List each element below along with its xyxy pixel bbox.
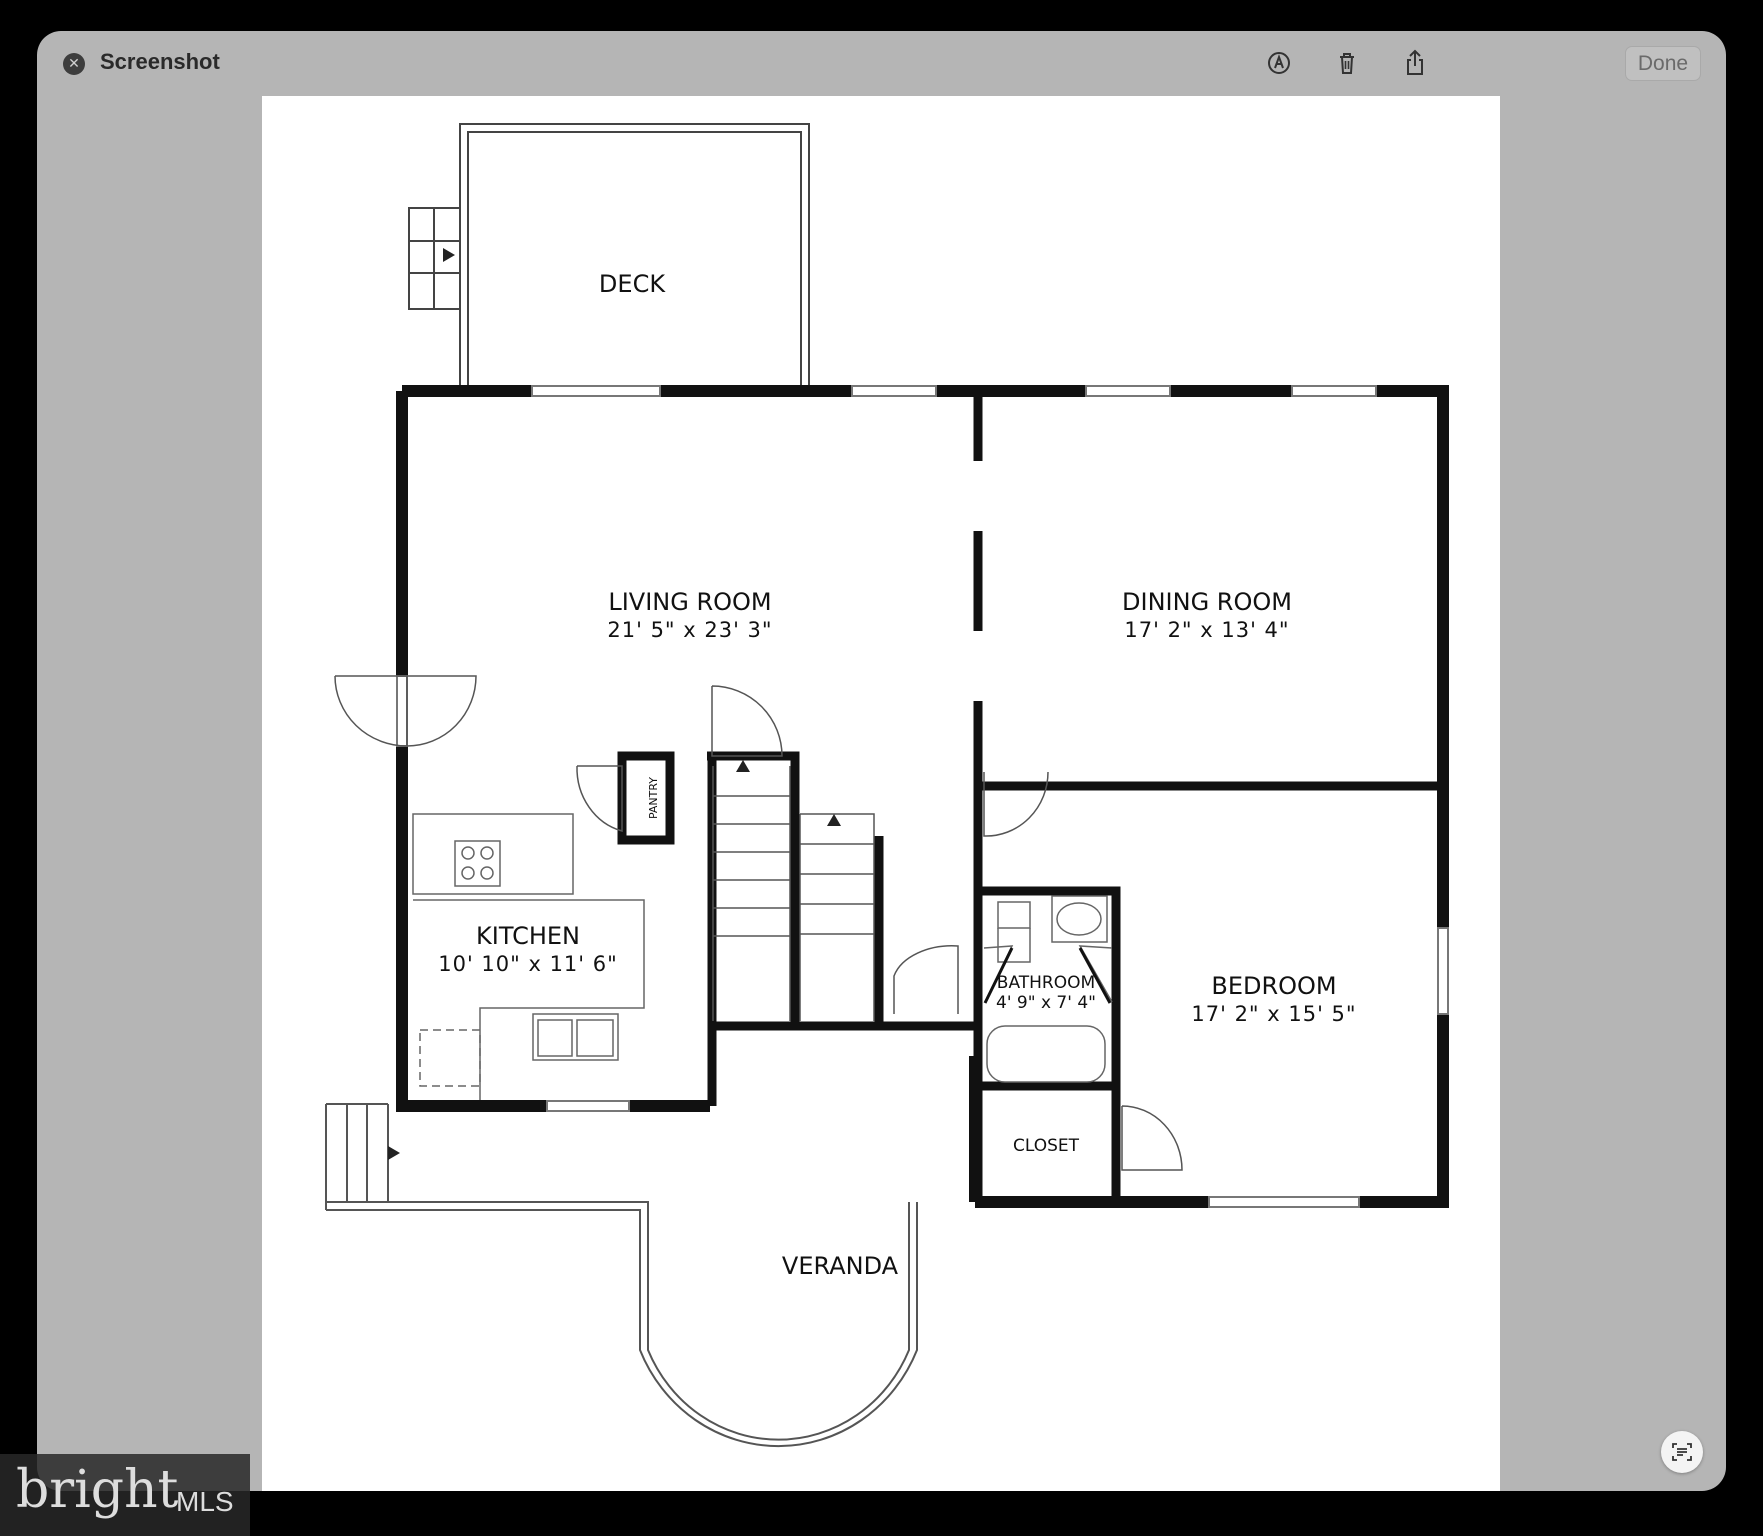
live-text-icon[interactable] — [1661, 1431, 1703, 1473]
room-label: LIVING ROOM — [608, 588, 771, 616]
room-dims: 4' 9" x 7' 4" — [996, 993, 1096, 1013]
room-dims: 17' 2" x 13' 4" — [1124, 618, 1289, 642]
preview-window: ✕ Screenshot Done DECK LIVING ROOM 21' 5… — [37, 31, 1726, 1491]
room-label: BATHROOM — [997, 973, 1095, 993]
windows — [396, 385, 1449, 1208]
outer-walls — [396, 385, 1449, 1208]
room-label: KITCHEN — [476, 922, 580, 950]
room-dims: 10' 10" x 11' 6" — [438, 952, 618, 976]
markup-icon[interactable] — [1263, 47, 1295, 79]
room-label: DECK — [599, 270, 666, 298]
close-icon[interactable]: ✕ — [63, 53, 85, 75]
doors — [334, 675, 1183, 1171]
room-dims: 21' 5" x 23' 3" — [607, 618, 772, 642]
floorplan-drawing: DECK LIVING ROOM 21' 5" x 23' 3" DINING … — [325, 123, 1449, 1448]
floorplan-page: DECK LIVING ROOM 21' 5" x 23' 3" DINING … — [262, 96, 1500, 1491]
title-bar: ✕ Screenshot Done — [37, 31, 1726, 95]
bright-mls-watermark: bright MLS — [0, 1454, 250, 1536]
watermark-suffix: MLS — [176, 1486, 234, 1517]
room-label: PANTRY — [647, 777, 660, 819]
room-label: DINING ROOM — [1122, 588, 1292, 616]
watermark-brand: bright — [16, 1460, 179, 1520]
room-label: VERANDA — [782, 1252, 899, 1280]
share-icon[interactable] — [1399, 47, 1431, 79]
window-title: Screenshot — [100, 49, 220, 74]
deck-outline — [408, 123, 810, 389]
room-dims: 17' 2" x 15' 5" — [1191, 1002, 1356, 1026]
deck-stairs-arrow — [443, 248, 455, 262]
room-label: BEDROOM — [1211, 972, 1336, 1000]
trash-icon[interactable] — [1331, 47, 1363, 79]
done-button[interactable]: Done — [1625, 46, 1701, 81]
room-label: CLOSET — [1013, 1136, 1080, 1156]
